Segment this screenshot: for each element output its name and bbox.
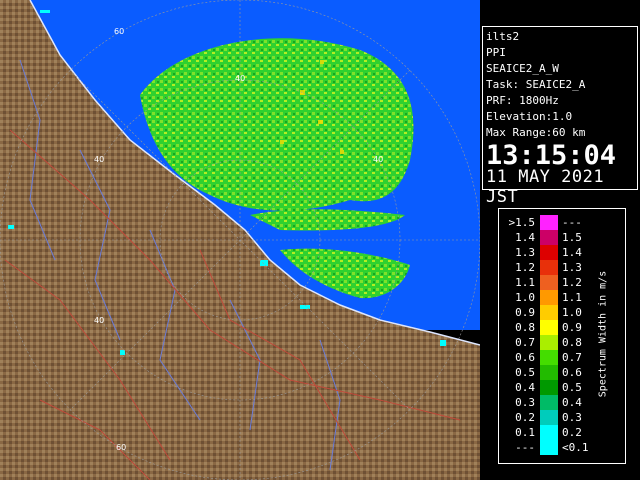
legend-swatch <box>540 320 558 335</box>
legend-row: 0.2 0.3 <box>499 410 625 425</box>
scan-date: 11 MAY 2021 JST <box>486 167 605 207</box>
ring-label-60-bottom: 60 <box>116 443 126 452</box>
legend-swatch <box>540 260 558 275</box>
legend-upper-bound: 1.1 <box>562 291 582 304</box>
legend-lower-bound: 0.4 <box>515 381 535 394</box>
legend-row: 1.3 1.4 <box>499 245 625 260</box>
legend-swatch <box>540 230 558 245</box>
color-legend: >1.5 --- 1.4 1.5 1.3 1.4 1.2 1.3 1.1 1.2 1.0 1.1 0.9… <box>498 208 626 464</box>
legend-upper-bound: 0.2 <box>562 426 582 439</box>
legend-swatch <box>540 305 558 320</box>
legend-upper-bound: --- <box>562 216 582 229</box>
legend-swatch <box>540 275 558 290</box>
legend-upper-bound: 0.4 <box>562 396 582 409</box>
legend-lower-bound: >1.5 <box>508 216 536 229</box>
legend-upper-bound: 1.0 <box>562 306 582 319</box>
prf-value: PRF: 1800Hz <box>486 94 559 107</box>
ring-label-40-top: 40 <box>235 74 245 83</box>
legend-lower-bound: --- <box>515 441 535 454</box>
legend-lower-bound: 1.0 <box>515 291 535 304</box>
legend-lower-bound: 0.3 <box>515 396 535 409</box>
ring-label-40-lower: 40 <box>94 316 104 325</box>
task-name: Task: SEAICE2_A <box>486 78 586 91</box>
legend-lower-bound: 1.4 <box>515 231 535 244</box>
legend-upper-bound: 0.6 <box>562 366 582 379</box>
legend-swatch <box>540 440 558 455</box>
legend-upper-bound: 1.3 <box>562 261 582 274</box>
legend-upper-bound: 1.2 <box>562 276 582 289</box>
ring-label-40-right: 40 <box>373 155 383 164</box>
max-range-value: Max Range:60 km <box>486 126 586 139</box>
legend-lower-bound: 0.2 <box>515 411 535 424</box>
legend-row: 1.4 1.5 <box>499 230 625 245</box>
legend-swatch <box>540 395 558 410</box>
product-name: SEAICE2_A_W <box>486 62 559 75</box>
legend-upper-bound: 0.8 <box>562 336 582 349</box>
legend-row: --- <0.1 <box>499 440 625 455</box>
radar-name: ilts2 <box>486 30 520 43</box>
legend-lower-bound: 1.2 <box>515 261 535 274</box>
legend-swatch <box>540 410 558 425</box>
legend-upper-bound: 1.5 <box>562 231 582 244</box>
legend-swatch <box>540 245 558 260</box>
legend-row: 0.3 0.4 <box>499 395 625 410</box>
legend-swatch <box>540 380 558 395</box>
scan-mode: PPI <box>486 46 506 59</box>
legend-lower-bound: 0.8 <box>515 321 535 334</box>
legend-swatch <box>540 350 558 365</box>
legend-row: 0.1 0.2 <box>499 425 625 440</box>
legend-lower-bound: 1.3 <box>515 246 535 259</box>
ring-label-40-left: 40 <box>94 155 104 164</box>
legend-lower-bound: 0.1 <box>515 426 535 439</box>
legend-upper-bound: <0.1 <box>562 441 589 454</box>
legend-lower-bound: 1.1 <box>515 276 535 289</box>
radar-ppi-map[interactable]: 60 40 40 40 40 60 <box>0 0 480 480</box>
legend-swatch <box>540 365 558 380</box>
legend-swatch <box>540 425 558 440</box>
legend-lower-bound: 0.9 <box>515 306 535 319</box>
legend-lower-bound: 0.5 <box>515 366 535 379</box>
legend-title: Spectrum Width in m/s <box>597 270 609 398</box>
legend-upper-bound: 1.4 <box>562 246 582 259</box>
legend-lower-bound: 0.7 <box>515 336 535 349</box>
legend-upper-bound: 0.9 <box>562 321 582 334</box>
legend-swatch <box>540 335 558 350</box>
legend-row: >1.5 --- <box>499 215 625 230</box>
legend-swatch <box>540 215 558 230</box>
elevation-value: Elevation:1.0 <box>486 110 573 123</box>
ring-label-60-top: 60 <box>114 27 124 36</box>
legend-lower-bound: 0.6 <box>515 351 535 364</box>
legend-swatch <box>540 290 558 305</box>
radar-info-panel: ilts2 PPI SEAICE2_A_W Task: SEAICE2_A PR… <box>482 26 638 207</box>
legend-upper-bound: 0.5 <box>562 381 582 394</box>
legend-upper-bound: 0.7 <box>562 351 582 364</box>
legend-upper-bound: 0.3 <box>562 411 582 424</box>
